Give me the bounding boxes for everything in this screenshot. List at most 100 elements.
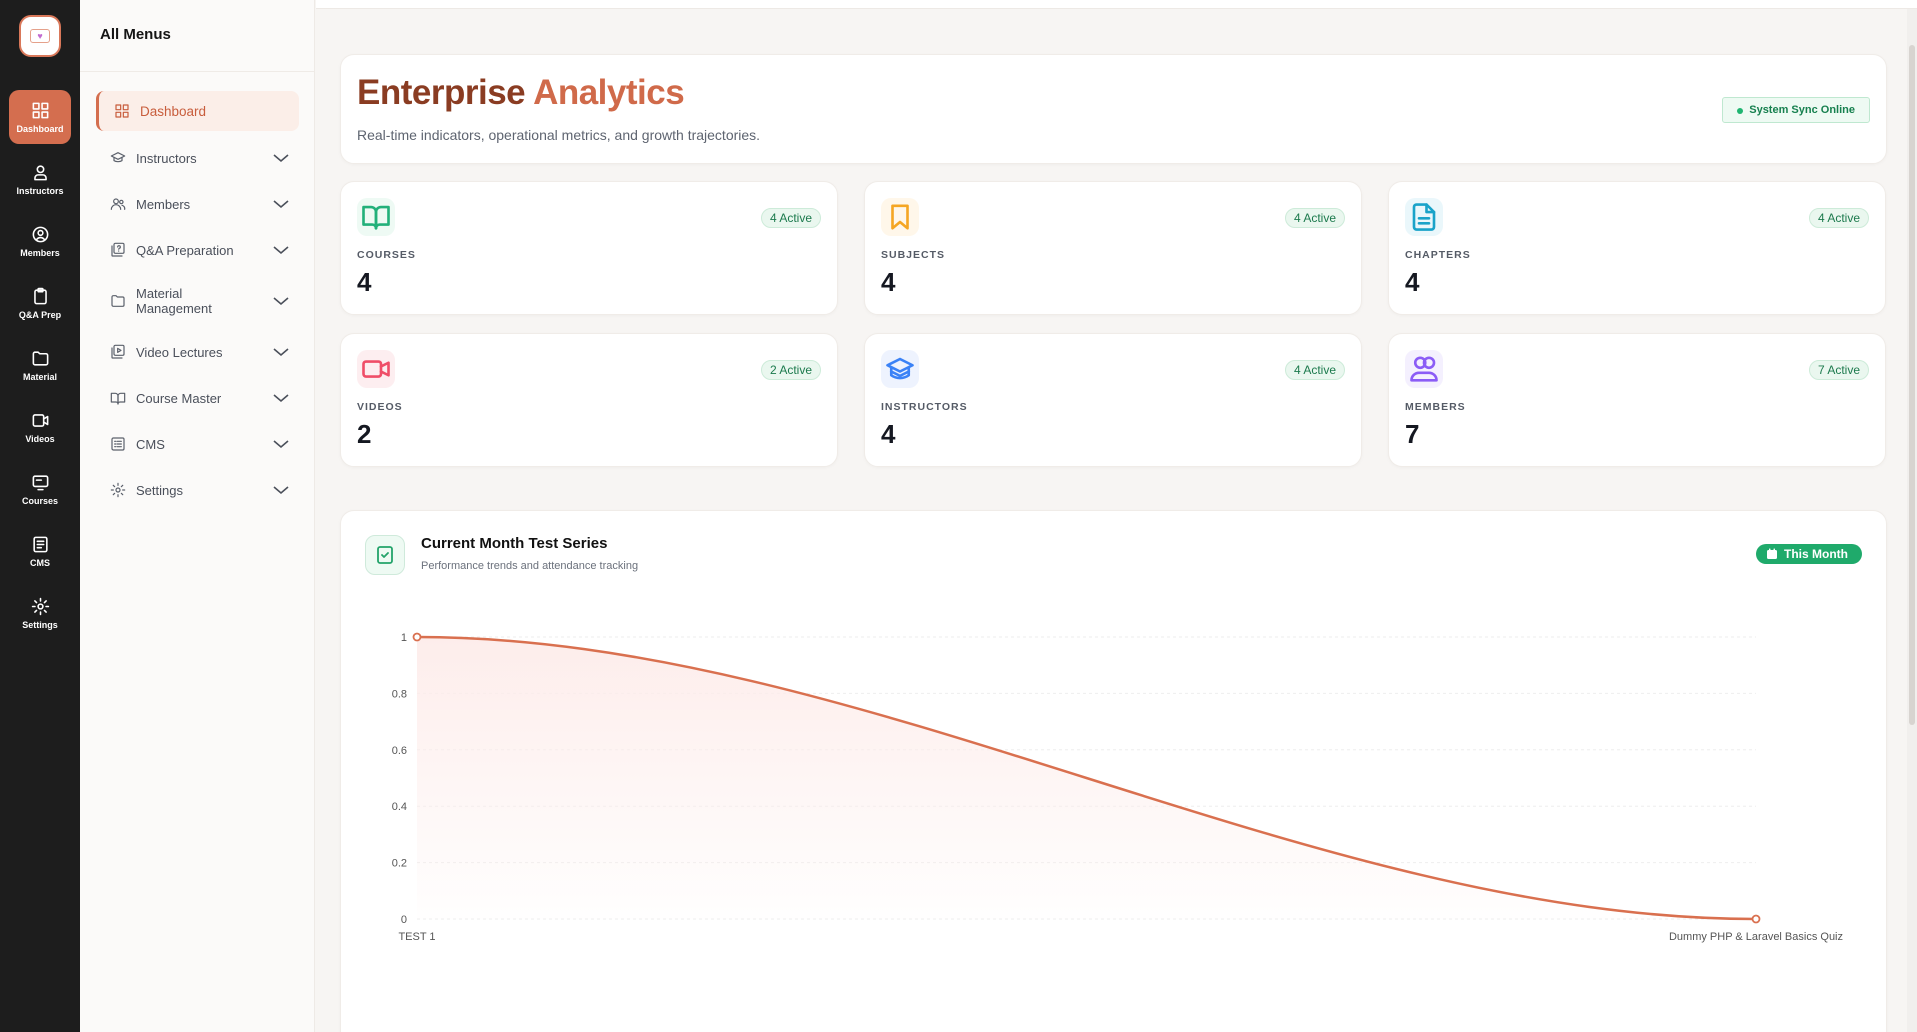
status-badge: 4 Active (1808, 208, 1869, 228)
menu-item-label: CMS (136, 436, 165, 452)
rail-label: Instructors (16, 185, 64, 196)
menu-panel: All Menus Dashboard Instructors Members … (80, 0, 315, 1032)
page-scrollbar[interactable] (1907, 9, 1917, 1032)
rail-label: Settings (22, 619, 58, 630)
chevron-down-icon (273, 246, 289, 255)
menu-item-members[interactable]: Members (96, 193, 299, 215)
user-icon (33, 164, 47, 180)
folder-icon (32, 350, 48, 366)
menu-item-cms[interactable]: CMS (96, 433, 299, 455)
chevron-down-icon (273, 348, 289, 357)
status-badge: 4 Active (1284, 208, 1345, 228)
rail-item-material[interactable]: Material (9, 338, 71, 392)
book-open-icon (110, 392, 126, 405)
data-point[interactable] (412, 632, 422, 642)
y-tick-label: 0.8 (392, 688, 407, 700)
status-badge: 7 Active (1808, 360, 1869, 380)
rail-item-instructors[interactable]: Instructors (9, 152, 71, 206)
rail-item-settings[interactable]: Settings (9, 586, 71, 640)
rail-item-members[interactable]: Members (9, 214, 71, 268)
menu-item-label: Members (136, 196, 191, 212)
page-title: Enterprise Analytics (357, 73, 685, 113)
stat-card-videos[interactable]: 2 Active VIDEOS 2 (340, 333, 838, 467)
rail-label: Material (22, 371, 57, 382)
rail-label: Members (20, 247, 60, 258)
file-text-icon (1405, 198, 1443, 236)
page-title-part2: Analytics (533, 73, 685, 112)
gear-icon (31, 597, 49, 615)
menu-item-video-lectures[interactable]: Video Lectures (96, 341, 299, 363)
logo-heart-icon: ♥ (30, 29, 50, 43)
menu-item-settings[interactable]: Settings (96, 479, 299, 501)
rail-item-qa-prep[interactable]: Q&A Prep (9, 276, 71, 330)
users-icon (110, 198, 126, 210)
status-badge: 4 Active (1284, 360, 1345, 380)
rail-item-dashboard[interactable]: Dashboard (9, 90, 71, 144)
data-point[interactable] (1751, 914, 1761, 924)
page-title-part1: Enterprise (357, 73, 526, 112)
y-tick-label: 0.2 (392, 858, 407, 870)
x-tick-label: TEST 1 (398, 931, 435, 943)
stat-value: 4 (1405, 267, 1420, 297)
x-tick-label: Dummy PHP & Laravel Basics Quiz (1669, 931, 1843, 943)
stat-value: 4 (881, 267, 896, 297)
rail-label: Dashboard (16, 123, 64, 134)
document-list-icon (32, 536, 48, 552)
rail-label: Q&A Prep (18, 309, 62, 320)
chevron-down-icon (273, 486, 289, 495)
top-header-bar (316, 0, 1917, 9)
menu-item-label: Video Lectures (136, 344, 223, 360)
users-icon (1405, 350, 1443, 388)
grid-icon (115, 104, 129, 118)
menu-item-label: Instructors (136, 150, 197, 166)
menu-item-label: Dashboard (140, 103, 207, 119)
app-logo[interactable]: ♥ (19, 15, 61, 57)
scrollbar-thumb[interactable] (1909, 45, 1915, 725)
user-circle-icon (32, 226, 48, 242)
chevron-down-icon (273, 440, 289, 449)
play-box-icon (111, 344, 125, 359)
page-subtitle: Real-time indicators, operational metric… (357, 127, 761, 143)
stat-card-chapters[interactable]: 4 Active CHAPTERS 4 (1388, 181, 1886, 315)
y-tick-label: 0.6 (392, 745, 407, 757)
stat-value: 7 (1405, 419, 1420, 449)
test-series-chart-card: Current Month Test Series Performance tr… (340, 510, 1887, 1032)
stat-label: MEMBERS (1405, 401, 1466, 413)
chevron-down-icon (273, 200, 289, 209)
menu-item-instructors[interactable]: Instructors (96, 147, 299, 169)
stat-label: COURSES (357, 249, 416, 261)
hero-card: Enterprise Analytics Real-time indicator… (340, 54, 1887, 164)
menu-item-label: Material Management (136, 286, 212, 316)
rail-label: CMS (30, 557, 50, 568)
rail-item-cms[interactable]: CMS (9, 524, 71, 578)
video-icon (357, 350, 395, 388)
status-badge: 2 Active (760, 360, 821, 380)
menu-item-dashboard[interactable]: Dashboard (96, 91, 299, 131)
stat-value: 4 (881, 419, 896, 449)
stat-card-subjects[interactable]: 4 Active SUBJECTS 4 (864, 181, 1362, 315)
y-tick-label: 1 (401, 632, 407, 644)
rail-label: Courses (21, 495, 58, 506)
rail-item-videos[interactable]: Videos (9, 400, 71, 454)
rail-item-courses[interactable]: Courses (9, 462, 71, 516)
menu-item-material-management[interactable]: Material Management (96, 285, 299, 317)
chevron-down-icon (273, 154, 289, 163)
question-box-icon (111, 242, 125, 257)
menu-item-course-master[interactable]: Course Master (96, 387, 299, 409)
grid-icon (32, 102, 48, 118)
stat-value: 2 (357, 419, 372, 449)
stat-label: SUBJECTS (881, 249, 946, 261)
graduation-cap-icon (881, 350, 919, 388)
stat-card-instructors[interactable]: 4 Active INSTRUCTORS 4 (864, 333, 1362, 467)
menu-divider (80, 71, 314, 72)
y-tick-label: 0 (401, 914, 407, 926)
stat-value: 4 (357, 267, 372, 297)
graduation-cap-icon (110, 152, 126, 163)
stat-card-members[interactable]: 7 Active MEMBERS 7 (1388, 333, 1886, 467)
menu-item-qa-preparation[interactable]: Q&A Preparation (96, 239, 299, 261)
chevron-down-icon (273, 394, 289, 403)
gear-icon (110, 482, 126, 498)
stat-card-courses[interactable]: 4 Active COURSES 4 (340, 181, 838, 315)
line-chart: 0 0.2 0.4 0.6 0.8 1 TEST 1 Dummy PHP & Laravel … (392, 632, 1843, 943)
menu-item-label: Q&A Preparation (136, 242, 234, 258)
